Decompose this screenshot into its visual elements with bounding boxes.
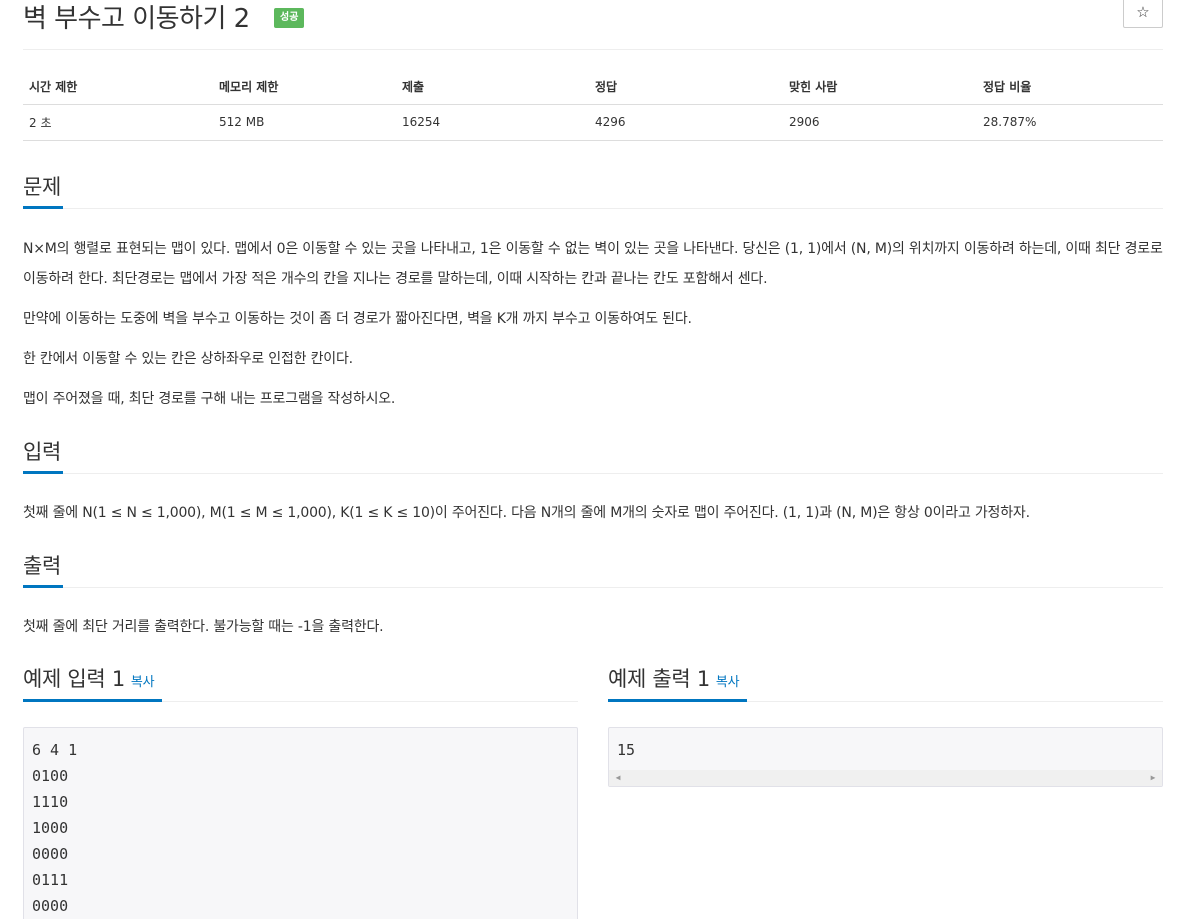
- sample-input-line: 6 4 1: [32, 741, 78, 759]
- sample-input-box[interactable]: 6 4 1 0100 1110 1000 0000 0111 0000: [23, 727, 578, 919]
- sample-output-box[interactable]: 15 ◀ ▶: [608, 727, 1163, 787]
- sample-output-copy-link[interactable]: 복사: [716, 675, 740, 690]
- description-title: 문제: [23, 171, 64, 209]
- input-description: 첫째 줄에 N(1 ≤ N ≤ 1,000), M(1 ≤ M ≤ 1,000)…: [23, 505, 1030, 521]
- description-paragraph-1: N×M의 행렬로 표현되는 맵이 있다. 맵에서 0은 이동할 수 있는 곳을 …: [23, 241, 1163, 287]
- sample-input-copy-link[interactable]: 복사: [131, 675, 155, 690]
- status-badge: 성공: [274, 8, 305, 28]
- problem-header: 벽 부수고 이동하기 2 성공 ☆: [23, 0, 1163, 50]
- sample-input-line: 0000: [32, 845, 69, 863]
- problem-title: 벽 부수고 이동하기 2: [23, 4, 250, 34]
- sample-output-title-text: 예제 출력 1: [608, 667, 710, 691]
- description-section-header: 문제: [23, 171, 1163, 209]
- sample-input-line: 1000: [32, 819, 69, 837]
- input-section-header: 입력: [23, 436, 1163, 474]
- scroll-left-arrow-icon[interactable]: ◀: [611, 770, 625, 786]
- output-section-header: 출력: [23, 550, 1163, 588]
- sample-input-line: 0100: [32, 767, 69, 785]
- header-memory-limit: 메모리 제한: [213, 70, 396, 105]
- sample-input-line: 1110: [32, 793, 69, 811]
- description-paragraph-3: 한 칸에서 이동할 수 있는 칸은 상하좌우로 인접한 칸이다.: [23, 351, 353, 367]
- star-icon: ☆: [1136, 3, 1150, 21]
- info-header-row: 시간 제한 메모리 제한 제출 정답 맞힌 사람 정답 비율: [23, 70, 1163, 105]
- header-accepted: 정답: [589, 70, 783, 105]
- description-paragraph-4: 맵이 주어졌을 때, 최단 경로를 구해 내는 프로그램을 작성하시오.: [23, 391, 396, 407]
- info-value-row: 2 초 512 MB 16254 4296 2906 28.787%: [23, 104, 1163, 141]
- sample-output-header: 예제 출력 1 복사: [608, 662, 1163, 702]
- header-accept-rate: 정답 비율: [977, 70, 1163, 105]
- value-accept-rate: 28.787%: [977, 104, 1163, 141]
- input-title: 입력: [23, 436, 64, 474]
- scroll-right-arrow-icon[interactable]: ▶: [1146, 770, 1160, 786]
- description-paragraph-2: 만약에 이동하는 도중에 벽을 부수고 이동하는 것이 좀 더 경로가 짧아진다…: [23, 311, 692, 327]
- favorite-star-button[interactable]: ☆: [1123, 0, 1163, 28]
- sample-input-header: 예제 입력 1 복사: [23, 662, 578, 702]
- sample-output-title: 예제 출력 1 복사: [608, 662, 748, 702]
- horizontal-scrollbar[interactable]: ◀ ▶: [609, 770, 1162, 786]
- sample-input-title: 예제 입력 1 복사: [23, 662, 163, 702]
- value-memory-limit: 512 MB: [213, 104, 396, 141]
- output-title: 출력: [23, 550, 64, 588]
- sample-output-line: 15: [617, 741, 636, 759]
- header-time-limit: 시간 제한: [23, 70, 213, 105]
- sample-input-title-text: 예제 입력 1: [23, 667, 125, 691]
- header-solvers: 맞힌 사람: [783, 70, 977, 105]
- value-submissions: 16254: [396, 104, 589, 141]
- value-accepted: 4296: [589, 104, 783, 141]
- sample-input-line: 0111: [32, 871, 69, 889]
- sample-input-line: 0000: [32, 897, 69, 915]
- problem-info-table: 시간 제한 메모리 제한 제출 정답 맞힌 사람 정답 비율 2 초 512 M…: [23, 70, 1163, 141]
- value-time-limit: 2 초: [23, 104, 213, 141]
- output-description: 첫째 줄에 최단 거리를 출력한다. 불가능할 때는 -1을 출력한다.: [23, 619, 384, 635]
- value-solvers: 2906: [783, 104, 977, 141]
- header-submissions: 제출: [396, 70, 589, 105]
